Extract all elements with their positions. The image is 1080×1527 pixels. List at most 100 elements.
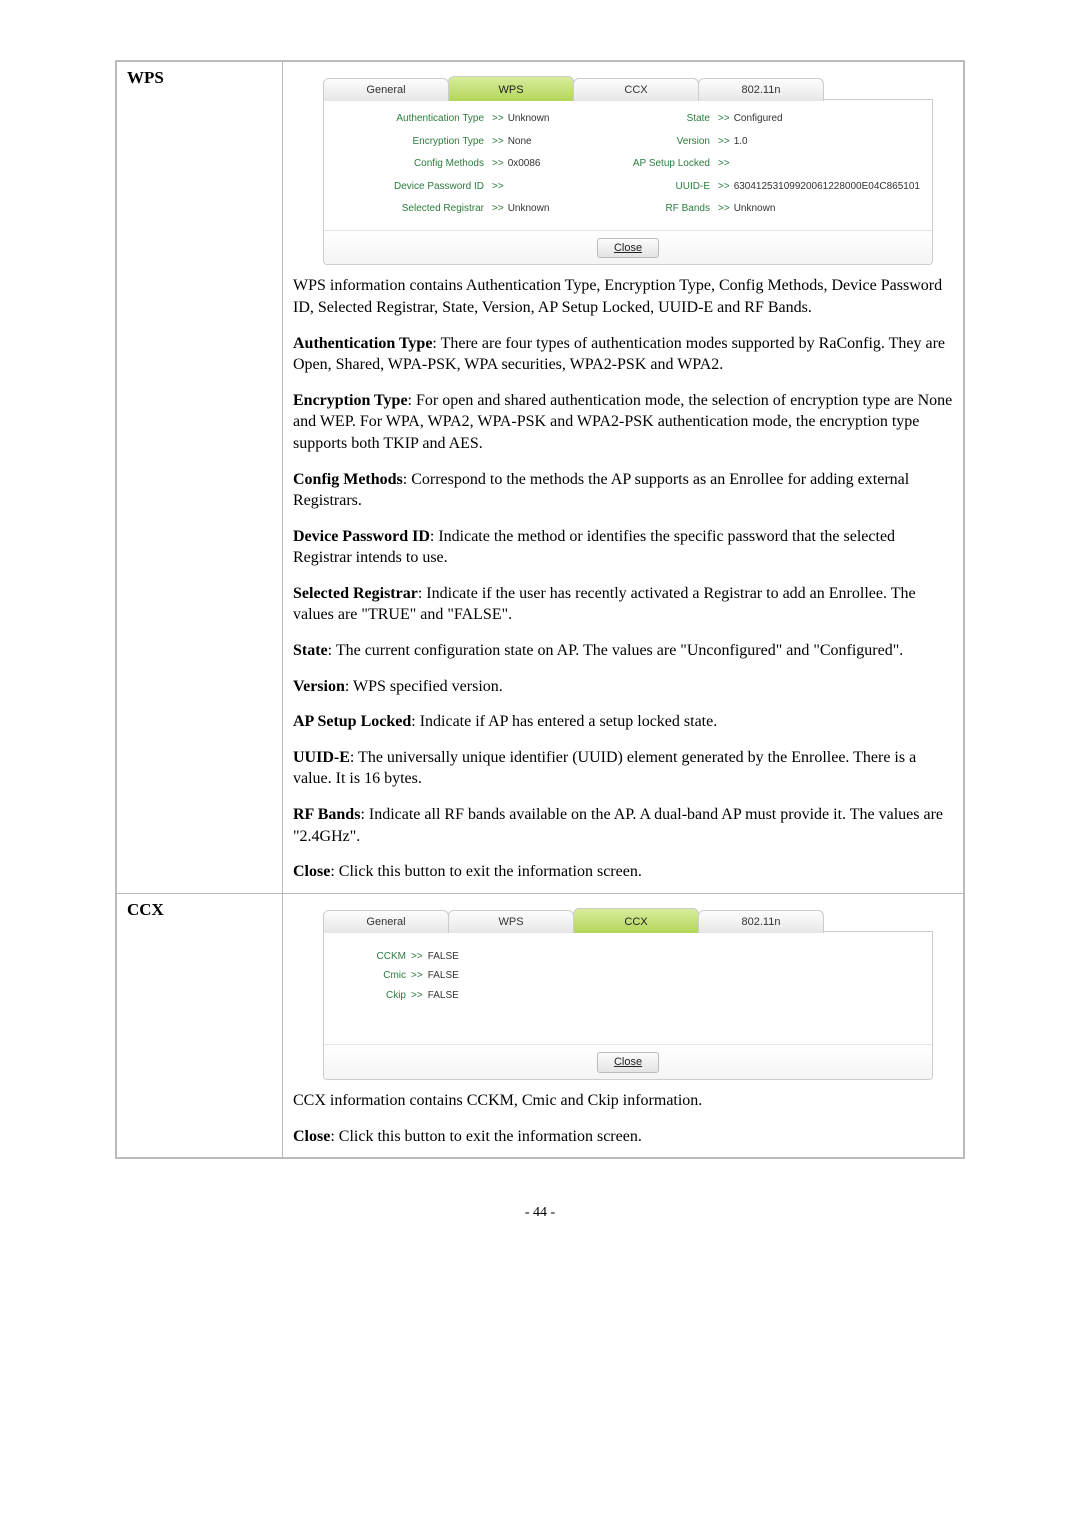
wps-para-uuid: UUID-E: The universally unique identifie… bbox=[293, 747, 953, 790]
term: AP Setup Locked bbox=[293, 713, 411, 730]
tab-ccx[interactable]: CCX bbox=[573, 78, 699, 101]
ccx-row: CCX General WPS CCX 802.11n CCKM bbox=[116, 893, 964, 1158]
kv-label: AP Setup Locked bbox=[562, 157, 714, 171]
kv-arrow: >> bbox=[714, 202, 734, 216]
kv-ckip: Ckip >> FALSE bbox=[346, 989, 910, 1003]
kv-value: None bbox=[508, 135, 532, 149]
kv-arrow: >> bbox=[714, 180, 734, 194]
kv-arrow: >> bbox=[714, 112, 734, 126]
ccx-panel: General WPS CCX 802.11n CCKM >> FALSE bbox=[323, 908, 933, 1080]
wps-intro: WPS information contains Authentication … bbox=[293, 275, 953, 318]
kv-label: Selected Registrar bbox=[336, 202, 488, 216]
kv-value: 63041253109920061228000E04C865101 bbox=[734, 180, 920, 194]
ccx-row-content: General WPS CCX 802.11n CCKM >> FALSE bbox=[283, 893, 965, 1158]
ccx-close-row: Close bbox=[324, 1044, 932, 1079]
term: Version bbox=[293, 678, 345, 695]
wps-para-auth: Authentication Type: There are four type… bbox=[293, 333, 953, 376]
kv-value: Unknown bbox=[508, 112, 550, 126]
kv-arrow: >> bbox=[406, 969, 428, 983]
kv-arrow: >> bbox=[488, 180, 508, 194]
term: State bbox=[293, 642, 328, 659]
kv-version: Version >> 1.0 bbox=[562, 135, 920, 149]
term-text: : The universally unique identifier (UUI… bbox=[293, 749, 916, 788]
wps-para-selreg: Selected Registrar: Indicate if the user… bbox=[293, 583, 953, 626]
kv-sel-reg: Selected Registrar >> Unknown bbox=[336, 202, 552, 216]
kv-enc-type: Encryption Type >> None bbox=[336, 135, 552, 149]
kv-value: FALSE bbox=[428, 950, 459, 964]
wps-para-devpw: Device Password ID: Indicate the method … bbox=[293, 526, 953, 569]
kv-uuid: UUID-E >> 63041253109920061228000E04C865… bbox=[562, 180, 920, 194]
wps-tabs: General WPS CCX 802.11n bbox=[323, 76, 933, 101]
wps-para-close: Close: Click this button to exit the inf… bbox=[293, 861, 953, 883]
term-text: : Indicate if AP has entered a setup loc… bbox=[411, 713, 717, 730]
term: Close bbox=[293, 1128, 330, 1145]
tab-general[interactable]: General bbox=[323, 78, 449, 101]
kv-value: Configured bbox=[734, 112, 783, 126]
term-text: : Indicate all RF bands available on the… bbox=[293, 806, 943, 845]
kv-value: Unknown bbox=[508, 202, 550, 216]
wps-para-aplock: AP Setup Locked: Indicate if AP has ente… bbox=[293, 711, 953, 733]
kv-arrow: >> bbox=[714, 135, 734, 149]
kv-arrow: >> bbox=[488, 135, 508, 149]
kv-cfg-methods: Config Methods >> 0x0086 bbox=[336, 157, 552, 171]
kv-label: Ckip bbox=[346, 989, 406, 1003]
wps-panel-body: Authentication Type >> Unknown State >> … bbox=[323, 99, 933, 265]
tab-wps[interactable]: WPS bbox=[448, 910, 574, 933]
term-text: : Click this button to exit the informat… bbox=[330, 863, 642, 880]
kv-value: FALSE bbox=[428, 969, 459, 983]
wps-para-cfg: Config Methods: Correspond to the method… bbox=[293, 469, 953, 512]
tab-general[interactable]: General bbox=[323, 910, 449, 933]
kv-label: Encryption Type bbox=[336, 135, 488, 149]
tab-wps[interactable]: WPS bbox=[448, 76, 574, 101]
kv-arrow: >> bbox=[488, 202, 508, 216]
wps-para-rfbands: RF Bands: Indicate all RF bands availabl… bbox=[293, 804, 953, 847]
kv-value: 0x0086 bbox=[508, 157, 541, 171]
page-number: - 44 - bbox=[115, 1205, 965, 1221]
wps-para-enc: Encryption Type: For open and shared aut… bbox=[293, 390, 953, 455]
kv-arrow: >> bbox=[488, 157, 508, 171]
tab-80211n[interactable]: 802.11n bbox=[698, 78, 824, 101]
kv-label: Device Password ID bbox=[336, 180, 488, 194]
kv-state: State >> Configured bbox=[562, 112, 920, 126]
ccx-tabs: General WPS CCX 802.11n bbox=[323, 908, 933, 933]
kv-label: UUID-E bbox=[562, 180, 714, 194]
tab-ccx[interactable]: CCX bbox=[573, 908, 699, 933]
kv-label: RF Bands bbox=[562, 202, 714, 216]
kv-label: CCKM bbox=[346, 950, 406, 964]
ccx-row-label: CCX bbox=[116, 893, 283, 1158]
kv-label: Version bbox=[562, 135, 714, 149]
term-text: : The current configuration state on AP.… bbox=[328, 642, 904, 659]
kv-value: FALSE bbox=[428, 989, 459, 1003]
wps-close-row: Close bbox=[324, 230, 932, 265]
term: Encryption Type bbox=[293, 392, 408, 409]
wps-row: WPS General WPS CCX 802.11n bbox=[116, 61, 964, 893]
kv-cmic: Cmic >> FALSE bbox=[346, 969, 910, 983]
ccx-para-close: Close: Click this button to exit the inf… bbox=[293, 1126, 953, 1148]
kv-value: Unknown bbox=[734, 202, 776, 216]
kv-arrow: >> bbox=[714, 157, 734, 171]
kv-label: Config Methods bbox=[336, 157, 488, 171]
term: RF Bands bbox=[293, 806, 360, 823]
kv-arrow: >> bbox=[406, 989, 428, 1003]
term: Selected Registrar bbox=[293, 585, 418, 602]
ccx-panel-body: CCKM >> FALSE Cmic >> FALSE bbox=[323, 931, 933, 1080]
kv-cckm: CCKM >> FALSE bbox=[346, 950, 910, 964]
kv-arrow: >> bbox=[488, 112, 508, 126]
term: Device Password ID bbox=[293, 528, 430, 545]
tab-80211n[interactable]: 802.11n bbox=[698, 910, 824, 933]
kv-auth-type: Authentication Type >> Unknown bbox=[336, 112, 552, 126]
document-page: WPS General WPS CCX 802.11n bbox=[0, 0, 1080, 1261]
wps-panel: General WPS CCX 802.11n Authentication T… bbox=[323, 76, 933, 265]
kv-ap-lock: AP Setup Locked >> bbox=[562, 157, 920, 171]
kv-value: 1.0 bbox=[734, 135, 748, 149]
kv-rf-bands: RF Bands >> Unknown bbox=[562, 202, 920, 216]
wps-row-content: General WPS CCX 802.11n Authentication T… bbox=[283, 61, 965, 893]
close-button[interactable]: Close bbox=[597, 1052, 659, 1073]
term: Close bbox=[293, 863, 330, 880]
term: Authentication Type bbox=[293, 335, 432, 352]
term-text: : Click this button to exit the informat… bbox=[330, 1128, 642, 1145]
close-button[interactable]: Close bbox=[597, 238, 659, 259]
wps-para-state: State: The current configuration state o… bbox=[293, 640, 953, 662]
kv-dev-pw: Device Password ID >> bbox=[336, 180, 552, 194]
wps-para-version: Version: WPS specified version. bbox=[293, 676, 953, 698]
